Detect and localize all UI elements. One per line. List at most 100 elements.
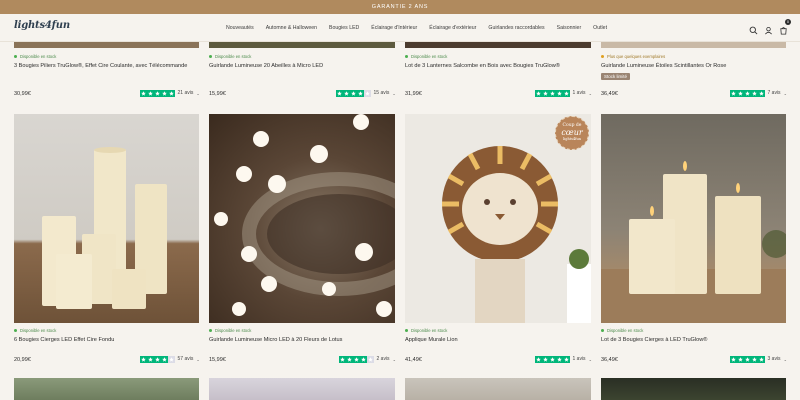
stock-limited-badge: Stock limité xyxy=(601,73,631,80)
coup-de-coeur-badge: Coup de cœur lights4fun xyxy=(555,116,589,150)
product-rating[interactable]: 2 avis ⌄ xyxy=(339,356,396,363)
star-icon xyxy=(535,90,542,97)
product-title[interactable]: Guirlande Lumineuse Micro LED à 20 Fleur… xyxy=(209,337,342,343)
product-rating[interactable]: 15 avis ⌄ xyxy=(336,90,396,97)
star-icon xyxy=(744,356,751,363)
product-rating[interactable]: 57 avis ⌄ xyxy=(140,356,200,363)
cart-count-badge: 0 xyxy=(785,19,791,25)
product-title[interactable]: 3 Bougies Piliers TruGlow®, Effet Cire C… xyxy=(14,63,187,69)
product-rating[interactable]: 3 avis ⌄ xyxy=(730,356,787,363)
nav-item-outlet[interactable]: Outlet xyxy=(593,25,607,31)
star-icon xyxy=(758,90,765,97)
product-image[interactable] xyxy=(601,42,786,48)
stock-status: Disponible en stock xyxy=(209,328,251,333)
product-image[interactable] xyxy=(14,114,199,323)
product-image[interactable] xyxy=(601,378,786,400)
product-image[interactable] xyxy=(601,114,786,323)
star-icon xyxy=(542,356,549,363)
product-price: 30,99€ xyxy=(14,91,31,97)
star-icon xyxy=(744,90,751,97)
star-icon xyxy=(556,90,563,97)
star-icon xyxy=(147,90,154,97)
nav-item-autumn[interactable]: Automne & Halloween xyxy=(266,25,317,31)
rating-stars xyxy=(336,90,371,97)
review-count: 7 avis xyxy=(767,90,781,97)
product-title[interactable]: Guirlande Lumineuse 20 Abeilles à Micro … xyxy=(209,63,323,69)
product-title[interactable]: Lot de 3 Bougies Cierges à LED TruGlow® xyxy=(601,337,707,343)
stock-status: Disponible en stock xyxy=(14,54,56,59)
rating-stars xyxy=(339,356,374,363)
product-title[interactable]: Lot de 3 Lanternes Salcombe en Bois avec… xyxy=(405,63,560,69)
product-image[interactable] xyxy=(14,42,199,48)
star-icon xyxy=(168,356,175,363)
product-title[interactable]: 6 Bougies Cierges LED Effet Cire Fondu xyxy=(14,337,114,343)
star-icon xyxy=(357,90,364,97)
rating-stars xyxy=(140,356,175,363)
stock-status: Disponible en stock xyxy=(405,54,447,59)
product-image[interactable] xyxy=(14,378,199,400)
lotus-lights-illustration xyxy=(214,114,395,317)
chevron-down-icon: ⌄ xyxy=(588,356,592,362)
star-icon xyxy=(730,90,737,97)
chevron-down-icon: ⌄ xyxy=(588,90,592,96)
star-icon xyxy=(350,90,357,97)
product-image[interactable] xyxy=(209,114,395,323)
nav-item-outdoor[interactable]: Éclairage d'extérieur xyxy=(429,25,476,31)
star-icon xyxy=(758,356,765,363)
rating-stars xyxy=(730,356,765,363)
product-image[interactable]: Coup de cœur lights4fun xyxy=(405,114,591,323)
candles-illustration xyxy=(42,147,167,309)
star-icon xyxy=(730,356,737,363)
rating-stars xyxy=(535,356,570,363)
product-image[interactable] xyxy=(405,378,591,400)
star-icon xyxy=(737,356,744,363)
stock-status: Plus que quelques exemplaires xyxy=(601,54,665,59)
review-count: 2 avis xyxy=(376,356,390,363)
star-icon xyxy=(140,90,147,97)
product-image[interactable] xyxy=(209,378,395,400)
star-icon xyxy=(154,356,161,363)
nav-item-new[interactable]: Nouveautés xyxy=(226,25,254,31)
nav-item-led-candles[interactable]: Bougies LED xyxy=(329,25,359,31)
chevron-down-icon: ⌄ xyxy=(392,356,396,362)
review-count: 57 avis xyxy=(177,356,194,363)
cart-icon[interactable]: 0 xyxy=(779,19,791,35)
logo[interactable]: lights4fun xyxy=(14,20,70,31)
product-title[interactable]: Applique Murale Lion xyxy=(405,337,458,343)
search-icon[interactable] xyxy=(749,22,758,35)
product-price: 15,99€ xyxy=(209,357,226,363)
rating-stars xyxy=(730,90,765,97)
product-rating[interactable]: 7 avis ⌄ xyxy=(730,90,787,97)
star-icon xyxy=(737,90,744,97)
star-icon xyxy=(339,356,346,363)
stock-status: Disponible en stock xyxy=(405,328,447,333)
product-rating[interactable]: 21 avis ⌄ xyxy=(140,90,200,97)
product-price: 36,49€ xyxy=(601,357,618,363)
product-price: 20,99€ xyxy=(14,357,31,363)
nav-item-indoor[interactable]: Éclairage d'Intérieur xyxy=(371,25,417,31)
main-nav: Nouveautés Automne & Halloween Bougies L… xyxy=(226,14,619,42)
account-icon[interactable] xyxy=(764,22,773,35)
product-rating[interactable]: 1 avis ⌄ xyxy=(535,90,592,97)
product-title[interactable]: Guirlande Lumineuse Étoiles Scintillante… xyxy=(601,63,726,69)
truglow-candles-illustration xyxy=(601,161,786,323)
product-price: 31,99€ xyxy=(405,91,422,97)
star-icon xyxy=(556,356,563,363)
star-icon xyxy=(161,90,168,97)
star-icon xyxy=(140,356,147,363)
chevron-down-icon: ⌄ xyxy=(783,356,787,362)
nav-item-seasonal[interactable]: Saisonnier xyxy=(557,25,582,31)
review-count: 1 avis xyxy=(572,90,586,97)
review-count: 1 avis xyxy=(572,356,586,363)
review-count: 15 avis xyxy=(373,90,390,97)
star-icon xyxy=(336,90,343,97)
product-image[interactable] xyxy=(405,42,591,48)
nav-item-connectable[interactable]: Guirlandes raccordables xyxy=(488,25,544,31)
product-rating[interactable]: 1 avis ⌄ xyxy=(535,356,592,363)
star-icon xyxy=(563,356,570,363)
star-icon xyxy=(154,90,161,97)
star-icon xyxy=(168,90,175,97)
product-price: 15,99€ xyxy=(209,91,226,97)
stock-status: Disponible en stock xyxy=(14,328,56,333)
product-image[interactable] xyxy=(209,42,395,48)
